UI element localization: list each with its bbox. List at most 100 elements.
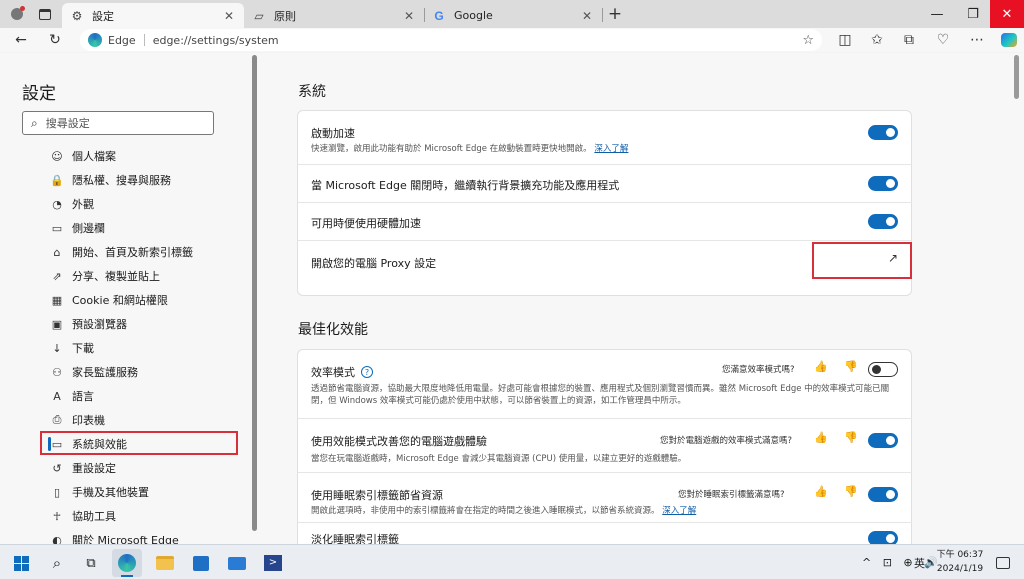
profile-avatar[interactable] xyxy=(6,4,28,24)
taskbar-edge[interactable] xyxy=(112,549,142,577)
hardware-acceleration-row: 可用時便使用硬體加速 xyxy=(298,202,912,240)
search-button[interactable]: ⌕ xyxy=(42,549,72,577)
taskbar-mail[interactable] xyxy=(222,549,252,577)
sleeping-tabs-toggle[interactable] xyxy=(868,487,898,502)
home-icon: ⌂ xyxy=(53,245,61,259)
sidebar-item[interactable]: ▭ 側邊欄 xyxy=(50,218,250,238)
sidebar-item[interactable]: ◔ 外觀 xyxy=(50,194,250,214)
ime-indicator[interactable]: 英 xyxy=(914,545,925,579)
refresh-button[interactable]: ↻ xyxy=(44,30,66,50)
google-icon: G xyxy=(434,8,444,23)
start-button[interactable] xyxy=(6,549,36,577)
settings-page: 設定 ⌕ 搜尋設定 ☺ 個人檔案 🔒 隱私權、搜尋與服務 ◔ 外觀 ▭ 側邊欄 ⌂ 開始、首頁及新… xyxy=(0,53,1024,544)
split-screen-button[interactable]: ◫ xyxy=(834,30,856,50)
sidebar-item-label: 預設瀏覽器 xyxy=(72,318,127,331)
store-icon xyxy=(193,555,209,571)
tab-settings[interactable]: ⚙ 設定 ✕ xyxy=(62,3,244,28)
folder-icon xyxy=(156,556,174,570)
accessibility-icon: ☥ xyxy=(52,509,62,523)
collections-icon: ⧉ xyxy=(904,32,914,48)
collections-button[interactable]: ⧉ xyxy=(898,30,920,50)
close-tab-icon[interactable]: ✕ xyxy=(402,9,416,23)
close-tab-icon[interactable]: ✕ xyxy=(580,9,594,23)
tab-bar: ⚙ 設定 ✕ ▱ 原則 ✕ G Google ✕ + — ❐ ✕ xyxy=(0,0,1024,28)
search-icon: ⌕ xyxy=(52,554,62,572)
browser-icon: ▣ xyxy=(51,317,63,331)
address-bar[interactable]: Edge edge://settings/system ☆ xyxy=(80,29,822,51)
efficiency-mode-toggle[interactable] xyxy=(868,362,898,377)
sidebar-item[interactable]: ▦ Cookie 和網站權限 xyxy=(50,290,250,310)
browser-essentials-button[interactable]: ♡ xyxy=(932,30,954,50)
new-tab-button[interactable]: + xyxy=(604,3,626,25)
minimize-button[interactable]: — xyxy=(920,0,954,28)
language-icon: A xyxy=(53,389,61,403)
background-extensions-row: 當 Microsoft Edge 關閉時，繼續執行背景擴充功能及應用程式 xyxy=(298,164,912,202)
navigation-bar: ← ↻ Edge edge://settings/system ☆ ◫ ✩ ⧉ … xyxy=(0,28,1024,52)
tab-google[interactable]: G Google ✕ xyxy=(424,3,602,28)
mail-icon xyxy=(228,556,246,570)
sidebar-item[interactable]: ⚇ 家長監護服務 xyxy=(50,362,250,382)
close-window-button[interactable]: ✕ xyxy=(990,0,1024,28)
taskbar-store[interactable] xyxy=(186,549,216,577)
lock-icon: 🔒 xyxy=(50,173,64,187)
gear-icon: ⚙ xyxy=(71,8,83,23)
task-view-icon: ⧉ xyxy=(86,555,96,571)
family-icon: ⚇ xyxy=(52,365,62,379)
fade-sleeping-tabs-toggle[interactable] xyxy=(868,531,898,544)
thumbs-down-icon[interactable]: 👎 xyxy=(844,360,858,373)
tab-policy[interactable]: ▱ 原則 ✕ xyxy=(244,3,424,28)
sidebar-item[interactable]: ⎙ 印表機 xyxy=(50,410,250,430)
tab-actions-icon xyxy=(39,8,51,20)
thumbs-down-icon[interactable]: 👎 xyxy=(844,431,858,444)
efficiency-mode-row: 效率模式 ? 透過節省電腦資源，協助最大限度地降低用電量。好處可能會根據您的裝置… xyxy=(298,350,912,418)
main-scrollbar[interactable] xyxy=(1014,55,1019,99)
favorite-star-icon[interactable]: ☆ xyxy=(802,33,814,48)
sidebar-item[interactable]: A 語言 xyxy=(50,386,250,406)
printer-icon: ⎙ xyxy=(52,413,62,426)
taskbar-file-explorer[interactable] xyxy=(150,549,180,577)
back-button[interactable]: ← xyxy=(10,30,32,50)
task-view-button[interactable]: ⧉ xyxy=(76,549,106,577)
sidebar-item[interactable]: ☺ 個人檔案 xyxy=(50,146,250,166)
taskbar-powershell[interactable]: > xyxy=(258,549,288,577)
background-extensions-toggle[interactable] xyxy=(868,176,898,191)
sidebar-item-label: 家長監護服務 xyxy=(72,366,138,379)
hardware-acceleration-toggle[interactable] xyxy=(868,214,898,229)
more-menu-button[interactable]: ⋯ xyxy=(966,30,988,50)
thumbs-up-icon[interactable]: 👍 xyxy=(814,485,828,498)
sidebar-item[interactable]: ⇗ 分享、複製並貼上 xyxy=(50,266,250,286)
clock-date: 2024/1/19 xyxy=(936,564,984,574)
sleeping-tabs-title: 使用睡眠索引標籤節省資源 xyxy=(311,489,443,502)
close-tab-icon[interactable]: ✕ xyxy=(222,9,236,23)
notification-button[interactable] xyxy=(996,545,1010,579)
gaming-feedback-text: 您對於電腦遊戲的效率模式滿意嗎? xyxy=(660,436,793,446)
thumbs-down-icon[interactable]: 👎 xyxy=(844,485,858,498)
sidebar-item[interactable]: ◐ 關於 Microsoft Edge xyxy=(50,530,250,545)
sidebar-item[interactable]: ↓ 下載 xyxy=(50,338,250,358)
sidebar-item[interactable]: ☥ 協助工具 xyxy=(50,506,250,526)
tab-actions-button[interactable] xyxy=(34,4,56,24)
thumbs-up-icon[interactable]: 👍 xyxy=(814,431,828,444)
system-tray[interactable]: ^ ⊡ ⊕ 🔊 xyxy=(862,545,942,579)
startup-boost-toggle[interactable] xyxy=(868,125,898,140)
sidebar-item[interactable]: 🔒 隱私權、搜尋與服務 xyxy=(50,170,250,190)
restore-button[interactable]: ❐ xyxy=(956,0,990,28)
sidebar-item[interactable]: ▯ 手機及其他裝置 xyxy=(50,482,250,502)
address-brand: Edge xyxy=(108,33,136,47)
copilot-button[interactable] xyxy=(998,30,1020,50)
refresh-icon: ↻ xyxy=(49,32,61,48)
sidebar-item[interactable]: ↺ 重設設定 xyxy=(50,458,250,478)
search-settings-input[interactable]: ⌕ 搜尋設定 xyxy=(22,111,214,135)
thumbs-up-icon[interactable]: 👍 xyxy=(814,360,828,373)
learn-more-link[interactable]: 深入了解 xyxy=(594,144,628,154)
gaming-mode-toggle[interactable] xyxy=(868,433,898,448)
sidebar-item[interactable]: ⌂ 開始、首頁及新索引標籤 xyxy=(50,242,250,262)
sidebar-item-label: 印表機 xyxy=(72,414,105,427)
sidebar-scrollbar[interactable] xyxy=(252,55,257,531)
sidebar-item-label: 個人檔案 xyxy=(72,150,116,163)
favorites-button[interactable]: ✩ xyxy=(866,30,888,50)
help-icon[interactable]: ? xyxy=(361,366,373,378)
learn-more-link[interactable]: 深入了解 xyxy=(662,506,696,516)
clock[interactable]: 下午 06:37 2024/1/19 xyxy=(934,548,986,576)
sidebar-item[interactable]: ▣ 預設瀏覽器 xyxy=(50,314,250,334)
